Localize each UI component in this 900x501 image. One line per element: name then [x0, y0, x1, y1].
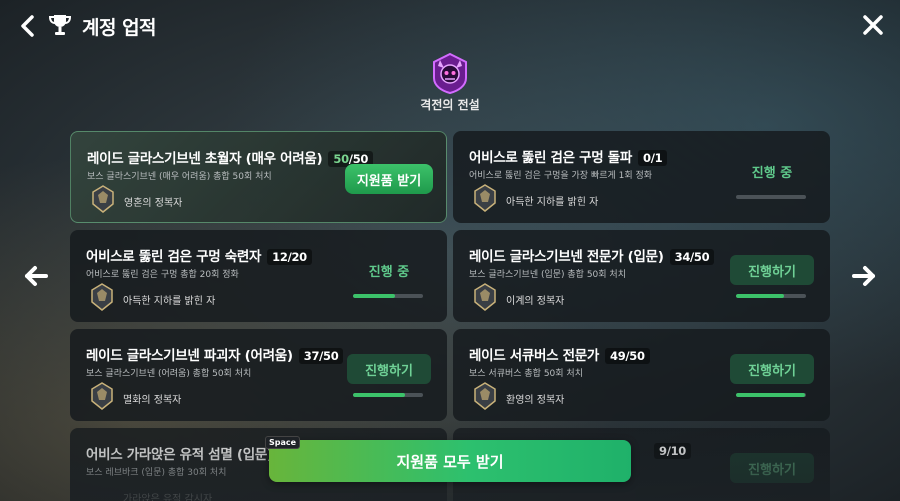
badge-icon [474, 382, 496, 410]
progress-bar [353, 294, 423, 298]
badge-icon [474, 283, 496, 311]
achievement-card[interactable]: 레이드 서큐버스 전문가 49/50 보스 서큐버스 총합 50회 처치 환영의 … [453, 329, 830, 421]
progress-count: 12/20 [267, 249, 312, 265]
achievement-card[interactable]: 어비스로 뚫린 검은 구멍 숙련자 12/20 어비스로 뚫린 검은 구멍 총합 … [70, 230, 447, 322]
achievement-description: 보스 레브바크 (입문) 총합 30회 처치 [86, 468, 227, 478]
badge-icon [92, 185, 114, 213]
achievement-description: 어비스로 뚫린 검은 구멍을 가장 빠르게 1회 정화 [469, 171, 653, 181]
progress-fill [353, 393, 405, 397]
progress-fill [736, 294, 784, 298]
achievement-card[interactable]: 레이드 글라스기브넨 초월자 (매우 어려움) 50/50 보스 글라스기브넨 (… [70, 131, 447, 223]
achievement-card[interactable]: 레이드 글라스기브넨 파괴자 (어려움) 37/50 보스 글라스기브넨 (어려움… [70, 329, 447, 421]
achievement-card[interactable]: 레이드 글라스기브넨 전문가 (입문) 34/50 보스 글라스기브넨 (입문) … [453, 230, 830, 322]
achievement-description: 어비스로 뚫린 검은 구멍 총합 20회 정화 [86, 270, 239, 280]
back-arrow-icon[interactable] [16, 12, 40, 40]
go-to-content-button[interactable]: 진행하기 [730, 453, 814, 483]
achievement-title: 레이드 서큐버스 전문가 49/50 [469, 344, 650, 364]
progress-bar [353, 393, 423, 397]
demon-emblem-icon [433, 52, 467, 94]
achievement-title: 어비스로 뚫린 검은 구멍 돌파 0/1 [469, 146, 668, 166]
reward-title: 아득한 지하를 밝힌 자 [506, 197, 599, 208]
reward-title: 영혼의 정복자 [124, 198, 183, 209]
progress-bar [736, 195, 806, 199]
go-to-content-button[interactable]: 진행하기 [730, 354, 814, 384]
close-icon[interactable] [862, 14, 884, 36]
achievement-title: 어비스 가라앉은 유적 섬멸 (입문) [86, 447, 273, 463]
reward-title: 멸화의 정복자 [123, 395, 182, 406]
keybind-hint: Space [265, 436, 301, 449]
page-title: 계정 업적 [82, 17, 157, 39]
reward-title: 이계의 정복자 [506, 296, 565, 307]
achievement-card[interactable]: 어비스로 뚫린 검은 구멍 돌파 0/1 어비스로 뚫린 검은 구멍을 가장 빠르… [453, 131, 830, 223]
progress-bar [736, 294, 806, 298]
left-arrow-icon[interactable] [23, 265, 49, 287]
progress-fill [736, 393, 805, 397]
trophy-icon [49, 15, 71, 35]
badge-icon [474, 184, 496, 212]
achievement-title: 레이드 글라스기브넨 초월자 (매우 어려움) 50/50 [87, 147, 374, 167]
badge-icon [91, 382, 113, 410]
go-to-content-button[interactable]: 진행하기 [347, 354, 431, 384]
progress-fill [353, 294, 395, 298]
achievement-description: 보스 글라스기브넨 (어려움) 총합 50회 처치 [86, 369, 252, 379]
achievement-description: 보스 글라스기브넨 (매우 어려움) 총합 50회 처치 [87, 172, 272, 182]
progress-count: 49/50 [605, 348, 650, 364]
claim-all-button[interactable]: 지원품 모두 받기 [269, 440, 631, 482]
progress-count: 37/50 [298, 348, 344, 364]
right-arrow-icon[interactable] [851, 265, 877, 287]
achievement-title: 9/10 [648, 443, 692, 459]
achievement-title: 레이드 글라스기브넨 파괴자 (어려움) 37/50 [86, 344, 344, 364]
category-title: 격전의 전설 [420, 98, 480, 112]
progress-count: 34/50 [669, 249, 715, 265]
reward-title: 가라앉은 유적 감시자 [123, 494, 213, 501]
progress-count: 9/10 [654, 443, 692, 459]
in-progress-status: 진행 중 [368, 264, 410, 280]
achievement-description: 보스 글라스기브넨 (입문) 총합 50회 처치 [469, 270, 626, 280]
achievement-description: 보스 서큐버스 총합 50회 처치 [469, 369, 583, 379]
progress-count: 0/1 [638, 150, 668, 166]
reward-title: 환영의 정복자 [506, 395, 565, 406]
claim-reward-button[interactable]: 지원품 받기 [345, 164, 433, 194]
go-to-content-button[interactable]: 진행하기 [730, 255, 814, 285]
achievement-title: 어비스로 뚫린 검은 구멍 숙련자 12/20 [86, 245, 312, 265]
badge-icon [91, 283, 113, 311]
in-progress-status: 진행 중 [751, 165, 793, 181]
top-bar: 계정 업적 [0, 0, 900, 52]
progress-bar [736, 393, 806, 397]
reward-title: 아득한 지하를 밝힌 자 [123, 296, 216, 307]
achievement-title: 레이드 글라스기브넨 전문가 (입문) 34/50 [469, 245, 715, 265]
